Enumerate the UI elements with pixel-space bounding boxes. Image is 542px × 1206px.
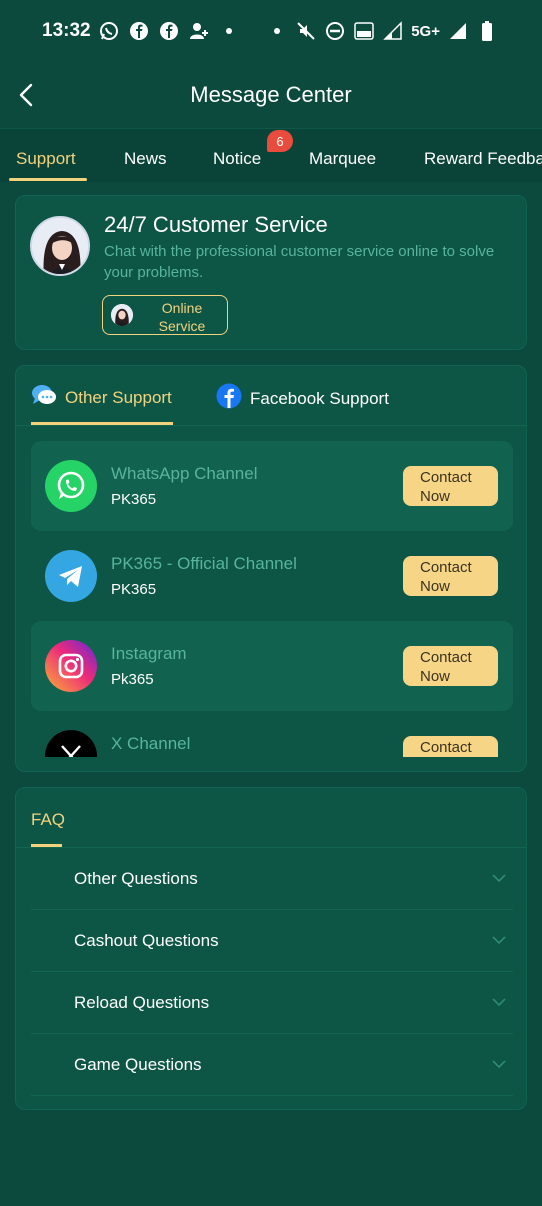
tab-support[interactable]: Support — [16, 149, 76, 169]
add-contact-icon — [188, 20, 210, 42]
contact-now-button[interactable]: Contact — [403, 736, 498, 757]
channel-x: X Channel Contact — [31, 711, 513, 757]
contact-now-button[interactable]: Contact Now — [403, 646, 498, 686]
channel-subtitle: PK365 — [111, 581, 157, 598]
message-tabs: Support News Notice 6 Marquee Reward Fee… — [0, 128, 542, 182]
online-service-button[interactable]: Online Service — [102, 295, 228, 335]
instagram-icon — [45, 640, 97, 692]
dnd-icon — [324, 20, 346, 42]
contact-now-button[interactable]: Contact Now — [403, 556, 498, 596]
facebook-icon — [216, 383, 242, 414]
tab-news[interactable]: News — [124, 149, 167, 169]
channel-name: X Channel — [111, 734, 191, 753]
chevron-down-icon — [492, 998, 506, 1007]
channel-subtitle: Pk365 — [111, 671, 154, 688]
faq-item-cashout-questions[interactable]: Cashout Questions — [31, 910, 513, 972]
channel-name: Instagram — [111, 644, 187, 663]
channel-whatsapp: WhatsApp Channel PK365 Contact Now — [31, 441, 513, 531]
tab-reward-feedback[interactable]: Reward Feedba — [424, 149, 542, 169]
notice-count-badge: 6 — [267, 130, 293, 152]
page-title: Message Center — [190, 82, 352, 107]
tab-notice[interactable]: Notice — [213, 149, 261, 169]
online-service-label: Online Service — [158, 300, 206, 334]
app-header: Message Center — [0, 62, 542, 128]
signal-icon — [447, 20, 469, 42]
notification-icons — [98, 20, 240, 42]
volte-icon — [353, 20, 375, 42]
dot-icon — [218, 20, 240, 42]
active-support-tab-indicator — [31, 422, 173, 425]
faq-question: Other Questions — [74, 869, 198, 888]
battery-icon — [476, 20, 498, 42]
tab-other-support-label: Other Support — [65, 387, 172, 407]
faq-question: Reload Questions — [74, 993, 210, 1012]
faq-question: Cashout Questions — [74, 931, 219, 950]
x-icon — [45, 730, 97, 757]
active-tab-indicator — [9, 178, 87, 181]
facebook-notification-icon — [128, 20, 150, 42]
chevron-down-icon — [492, 1060, 506, 1069]
channel-instagram: Instagram Pk365 Contact Now — [31, 621, 513, 711]
customer-service-description: Chat with the professional customer serv… — [104, 243, 495, 281]
contact-now-button[interactable]: Contact Now — [403, 466, 498, 506]
faq-item-reload-questions[interactable]: Reload Questions — [31, 972, 513, 1034]
faq-item-other-questions[interactable]: Other Questions — [31, 848, 513, 910]
customer-service-title: 24/7 Customer Service — [104, 212, 328, 237]
tab-facebook-support-label: Facebook Support — [250, 388, 389, 408]
faq-question: Game Questions — [74, 1055, 202, 1074]
agent-mini-avatar — [111, 304, 133, 326]
telegram-icon — [45, 550, 97, 602]
dot-icon-right — [266, 20, 288, 42]
tab-other-support[interactable]: Other Support — [31, 383, 172, 412]
system-icons: 5G+ — [266, 20, 498, 42]
tab-marquee[interactable]: Marquee — [309, 149, 376, 169]
status-time: 13:32 — [42, 20, 91, 41]
channel-name: WhatsApp Channel — [111, 464, 258, 483]
support-channels-card: Other Support Facebook Support WhatsApp … — [15, 365, 527, 772]
chevron-down-icon — [492, 936, 506, 945]
whatsapp-notification-icon — [98, 20, 120, 42]
channel-telegram: PK365 - Official Channel PK365 Contact N… — [31, 531, 513, 621]
signal-weak-icon — [382, 20, 404, 42]
network-type: 5G+ — [411, 22, 440, 40]
mute-icon — [295, 20, 317, 42]
tab-facebook-support[interactable]: Facebook Support — [216, 383, 389, 414]
channel-name: PK365 - Official Channel — [111, 554, 297, 573]
chevron-down-icon — [492, 874, 506, 883]
status-bar: 13:32 5G+ — [0, 0, 542, 62]
support-tabs: Other Support Facebook Support — [16, 366, 526, 426]
faq-item-game-questions[interactable]: Game Questions — [31, 1034, 513, 1096]
faq-title[interactable]: FAQ — [31, 810, 65, 830]
whatsapp-icon — [45, 460, 97, 512]
faq-card: FAQ Other Questions Cashout Questions Re… — [15, 787, 527, 1110]
agent-avatar — [30, 216, 90, 276]
customer-service-card: 24/7 Customer Service Chat with the prof… — [15, 195, 527, 350]
facebook-notification-icon-2 — [158, 20, 180, 42]
channel-subtitle: PK365 — [111, 491, 157, 508]
chat-bubbles-icon — [31, 383, 57, 412]
